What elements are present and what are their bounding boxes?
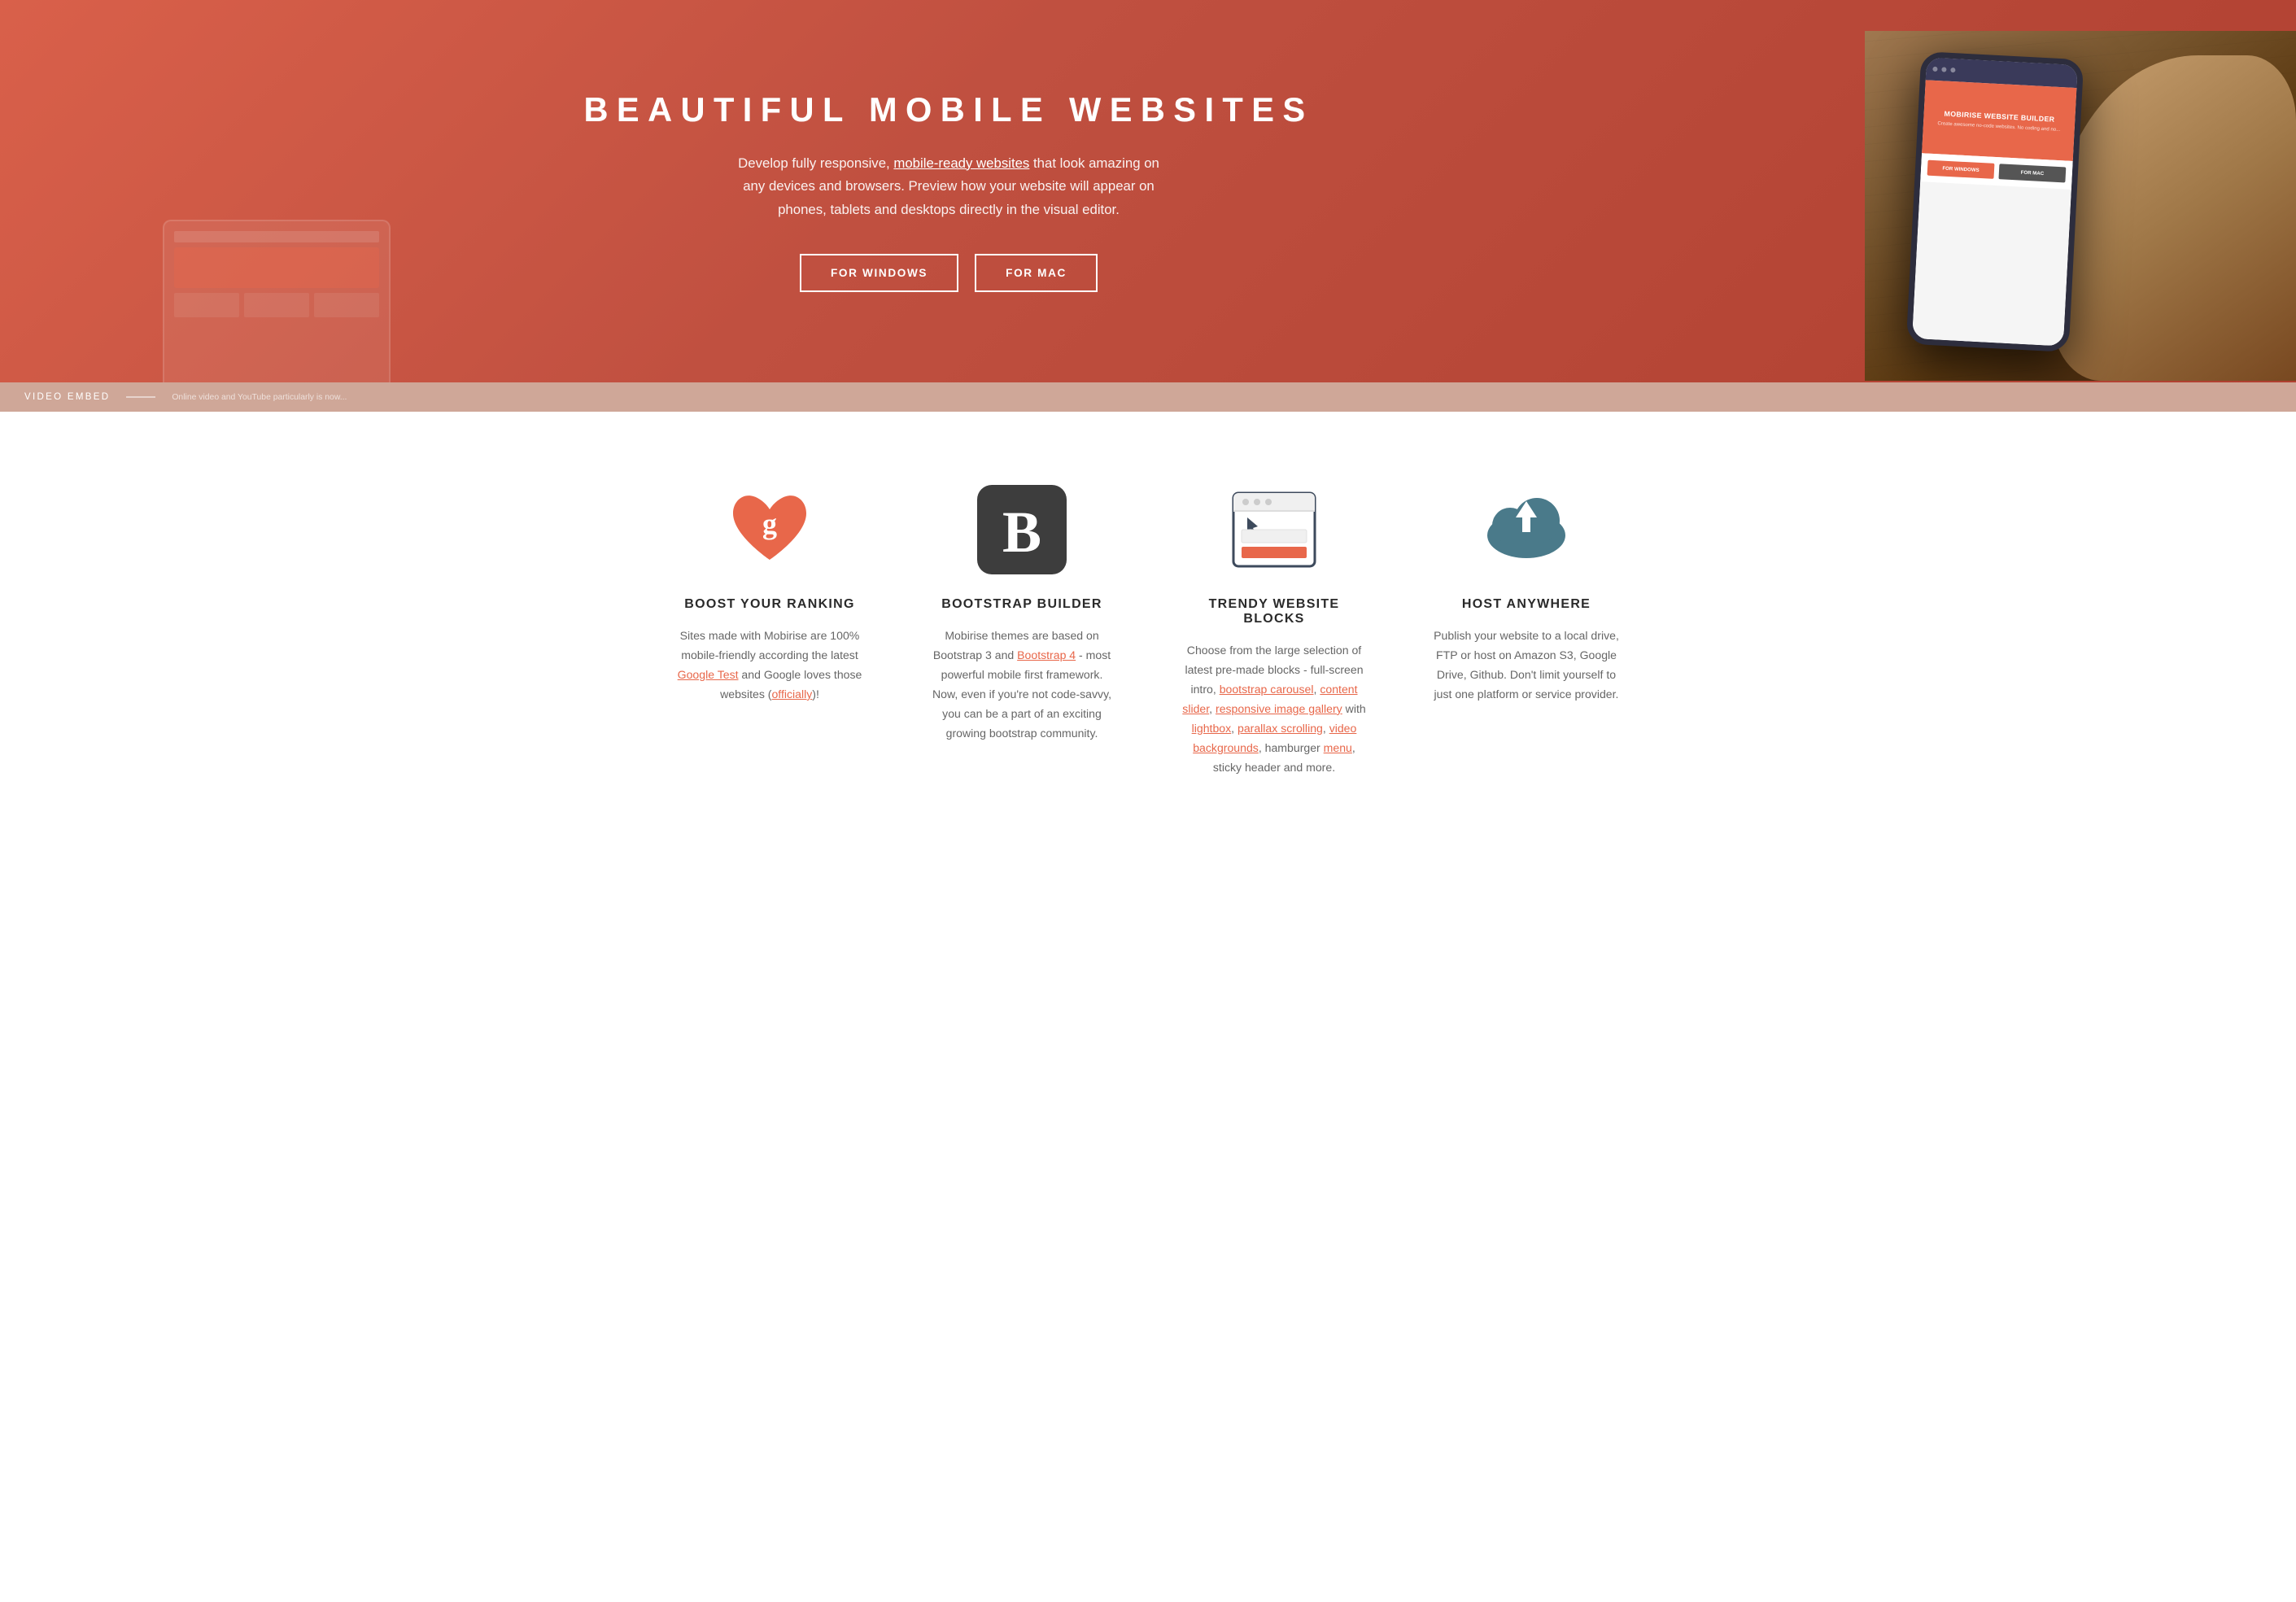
- browser-blocks-svg: [1229, 485, 1319, 574]
- officially-link[interactable]: officially: [771, 688, 812, 701]
- features-section: g BOOST YOUR RANKING Sites made with Mob…: [0, 412, 2296, 850]
- video-embed-description: Online video and YouTube particularly is…: [172, 393, 347, 402]
- boost-ranking-desc: Sites made with Mobirise are 100% mobile…: [676, 626, 863, 705]
- features-grid: g BOOST YOUR RANKING Sites made with Mob…: [660, 469, 1636, 793]
- feature-card-boost-ranking: g BOOST YOUR RANKING Sites made with Mob…: [660, 469, 880, 793]
- nav-dot-3: [1950, 68, 1955, 72]
- svg-text:B: B: [1002, 500, 1041, 565]
- hero-image-area: MOBIRISE WEBSITE BUILDER Create awesome …: [1865, 2, 2296, 381]
- hero-title: BEAUTIFUL MOBILE WEBSITES: [98, 90, 1800, 129]
- hero-desc-text1: Develop fully responsive,: [738, 155, 890, 171]
- hero-content: BEAUTIFUL MOBILE WEBSITES Develop fully …: [0, 0, 2296, 382]
- phone-body-content: [1912, 181, 2071, 346]
- parallax-scrolling-link[interactable]: parallax scrolling: [1237, 722, 1323, 735]
- hero-text-area: BEAUTIFUL MOBILE WEBSITES Develop fully …: [0, 41, 1865, 342]
- bootstrap-desc-text2: - most powerful mobile first framework. …: [932, 648, 1111, 740]
- trendy-desc-text4: with: [1342, 702, 1366, 715]
- feature-card-trendy-blocks: TRENDY WEBSITE BLOCKS Choose from the la…: [1164, 469, 1384, 793]
- video-embed-bar: VIDEO EMBED Online video and YouTube par…: [0, 382, 2296, 412]
- video-embed-line: [126, 396, 155, 398]
- trendy-desc-text3: ,: [1209, 702, 1216, 715]
- heart-google-icon: g: [725, 485, 814, 574]
- host-anywhere-title: HOST ANYWHERE: [1433, 597, 1620, 612]
- trendy-blocks-title: TRENDY WEBSITE BLOCKS: [1181, 597, 1368, 626]
- host-anywhere-desc: Publish your website to a local drive, F…: [1433, 626, 1620, 705]
- for-windows-button[interactable]: FOR WINDOWS: [800, 254, 958, 292]
- phone-hero-section: MOBIRISE WEBSITE BUILDER Create awesome …: [1922, 80, 2076, 161]
- phone-cta-btn-1: FOR WINDOWS: [1927, 160, 1995, 179]
- nav-dot-2: [1941, 67, 1946, 72]
- bootstrap4-link[interactable]: Bootstrap 4: [1017, 648, 1076, 661]
- trendy-desc-text7: , hamburger: [1259, 741, 1324, 754]
- boost-desc-text1: Sites made with Mobirise are 100% mobile…: [680, 629, 860, 661]
- feature-card-bootstrap: B BOOTSTRAP BUILDER Mobirise themes are …: [912, 469, 1132, 793]
- cloud-upload-svg: [1482, 485, 1571, 574]
- heart-svg: g: [725, 485, 814, 574]
- browser-blocks-icon: [1229, 485, 1319, 574]
- for-mac-button[interactable]: FOR MAC: [975, 254, 1098, 292]
- bootstrap-builder-desc: Mobirise themes are based on Bootstrap 3…: [928, 626, 1115, 744]
- trendy-desc-text6: ,: [1323, 722, 1329, 735]
- menu-link[interactable]: menu: [1324, 741, 1352, 754]
- hero-cta-buttons: FOR WINDOWS FOR MAC: [98, 254, 1800, 292]
- bootstrap-carousel-link[interactable]: bootstrap carousel: [1220, 683, 1314, 696]
- feature-card-host-anywhere: HOST ANYWHERE Publish your website to a …: [1416, 469, 1636, 793]
- lightbox-link[interactable]: lightbox: [1192, 722, 1232, 735]
- hero-description: Develop fully responsive, mobile-ready w…: [737, 152, 1160, 222]
- responsive-gallery-link[interactable]: responsive image gallery: [1216, 702, 1342, 715]
- mobile-ready-link[interactable]: mobile-ready websites: [893, 155, 1029, 171]
- phone-cta-btn-2: FOR MAC: [1998, 164, 2066, 182]
- bootstrap-icon: B: [977, 485, 1067, 574]
- nav-dot-1: [1932, 67, 1937, 72]
- cloud-upload-icon: [1482, 485, 1571, 574]
- phone-screen: MOBIRISE WEBSITE BUILDER Create awesome …: [1912, 57, 2078, 346]
- trendy-blocks-desc: Choose from the large selection of lates…: [1181, 641, 1368, 777]
- boost-ranking-title: BOOST YOUR RANKING: [676, 597, 863, 612]
- video-embed-label: VIDEO EMBED: [24, 392, 110, 402]
- hero-main-area: BEAUTIFUL MOBILE WEBSITES Develop fully …: [0, 0, 2296, 382]
- boost-desc-text3: )!: [812, 688, 819, 701]
- phone-mockup: MOBIRISE WEBSITE BUILDER Create awesome …: [1906, 51, 2084, 352]
- trendy-desc-text5: ,: [1231, 722, 1237, 735]
- svg-text:g: g: [762, 508, 777, 540]
- bootstrap-builder-title: BOOTSTRAP BUILDER: [928, 597, 1115, 612]
- hero-section: BEAUTIFUL MOBILE WEBSITES Develop fully …: [0, 0, 2296, 412]
- bootstrap-svg: B: [977, 485, 1067, 574]
- hero-phone-image: MOBIRISE WEBSITE BUILDER Create awesome …: [1865, 31, 2296, 381]
- google-test-link[interactable]: Google Test: [678, 668, 739, 681]
